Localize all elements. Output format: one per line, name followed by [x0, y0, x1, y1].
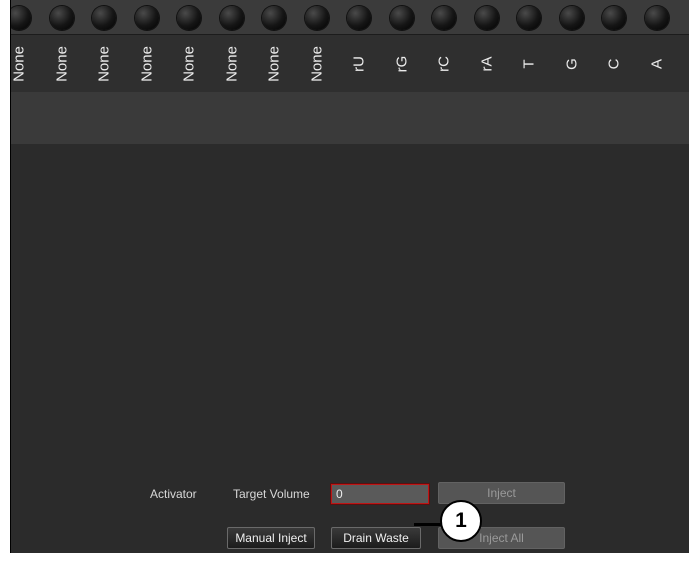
reagent-label-text: None — [138, 46, 155, 82]
reagent-port-icon[interactable] — [262, 6, 286, 30]
target-volume-input[interactable] — [331, 484, 429, 504]
reagent-port-icon[interactable] — [92, 6, 116, 30]
reagent-label: None — [211, 35, 253, 93]
reagent-port-icon[interactable] — [389, 6, 414, 30]
reagent-port-row — [11, 0, 689, 34]
reagent-label-text: T — [520, 59, 538, 69]
reagent-label: rA — [466, 35, 508, 93]
reagent-label-text: None — [10, 46, 28, 82]
reagent-port-icon[interactable] — [177, 6, 201, 30]
reagent-label: None — [168, 35, 210, 93]
reagent-label-text: rG — [393, 55, 410, 73]
reagent-label: rC — [423, 35, 465, 93]
reagent-label-text: C — [605, 58, 623, 70]
reagent-port-icon[interactable] — [474, 6, 499, 30]
reagent-port-icon[interactable] — [602, 6, 626, 30]
reagent-label: None — [126, 35, 168, 93]
reagent-label: None — [10, 35, 40, 93]
reagent-label-text: rA — [478, 56, 495, 72]
reagent-port-icon[interactable] — [219, 6, 244, 30]
reagent-label-text: None — [53, 46, 70, 82]
activator-label: Activator — [150, 487, 197, 501]
callout-number: 1 — [440, 500, 482, 542]
reagent-port-icon[interactable] — [49, 6, 74, 30]
reagent-port-icon[interactable] — [347, 6, 371, 30]
reagent-label-text: G — [563, 58, 580, 70]
reagent-label: C — [593, 35, 635, 93]
reagent-port-icon[interactable] — [134, 6, 159, 30]
reagent-label: None — [253, 35, 295, 93]
reagent-label-text: rU — [350, 56, 368, 72]
reagent-label-strip: None None None None None None None None rU rG rC rA… — [11, 34, 689, 93]
reagent-label: T — [508, 35, 550, 93]
reagent-label: rU — [338, 35, 380, 93]
reagent-label: None — [41, 35, 83, 93]
reagent-port-icon[interactable] — [644, 6, 669, 30]
reagent-label-text: A — [648, 58, 665, 70]
reagent-label-text: None — [308, 46, 325, 82]
reagent-port-icon[interactable] — [11, 6, 31, 30]
reagent-label: G — [551, 35, 593, 93]
reagent-port-icon[interactable] — [517, 6, 541, 30]
reagent-label-text: rC — [435, 56, 453, 72]
reagent-label-text: None — [265, 46, 283, 82]
reagent-label: rG — [381, 35, 423, 93]
header-band — [11, 92, 689, 144]
manual-inject-button[interactable]: Manual Inject — [227, 527, 315, 549]
reagent-label: None — [83, 35, 125, 93]
reagent-label: A — [636, 35, 678, 93]
reagent-label-text: None — [180, 46, 198, 82]
reagent-label-text: None — [223, 46, 240, 82]
reagent-port-icon[interactable] — [304, 6, 329, 30]
reagent-label: None — [296, 35, 338, 93]
synthesizer-screen: None None None None None None None None rU rG rC rA… — [10, 0, 689, 553]
drain-waste-button[interactable]: Drain Waste — [331, 527, 421, 549]
reagent-port-icon[interactable] — [559, 6, 584, 30]
reagent-label-text: None — [95, 46, 113, 82]
target-volume-label: Target Volume — [233, 487, 310, 501]
reagent-port-icon[interactable] — [432, 6, 456, 30]
